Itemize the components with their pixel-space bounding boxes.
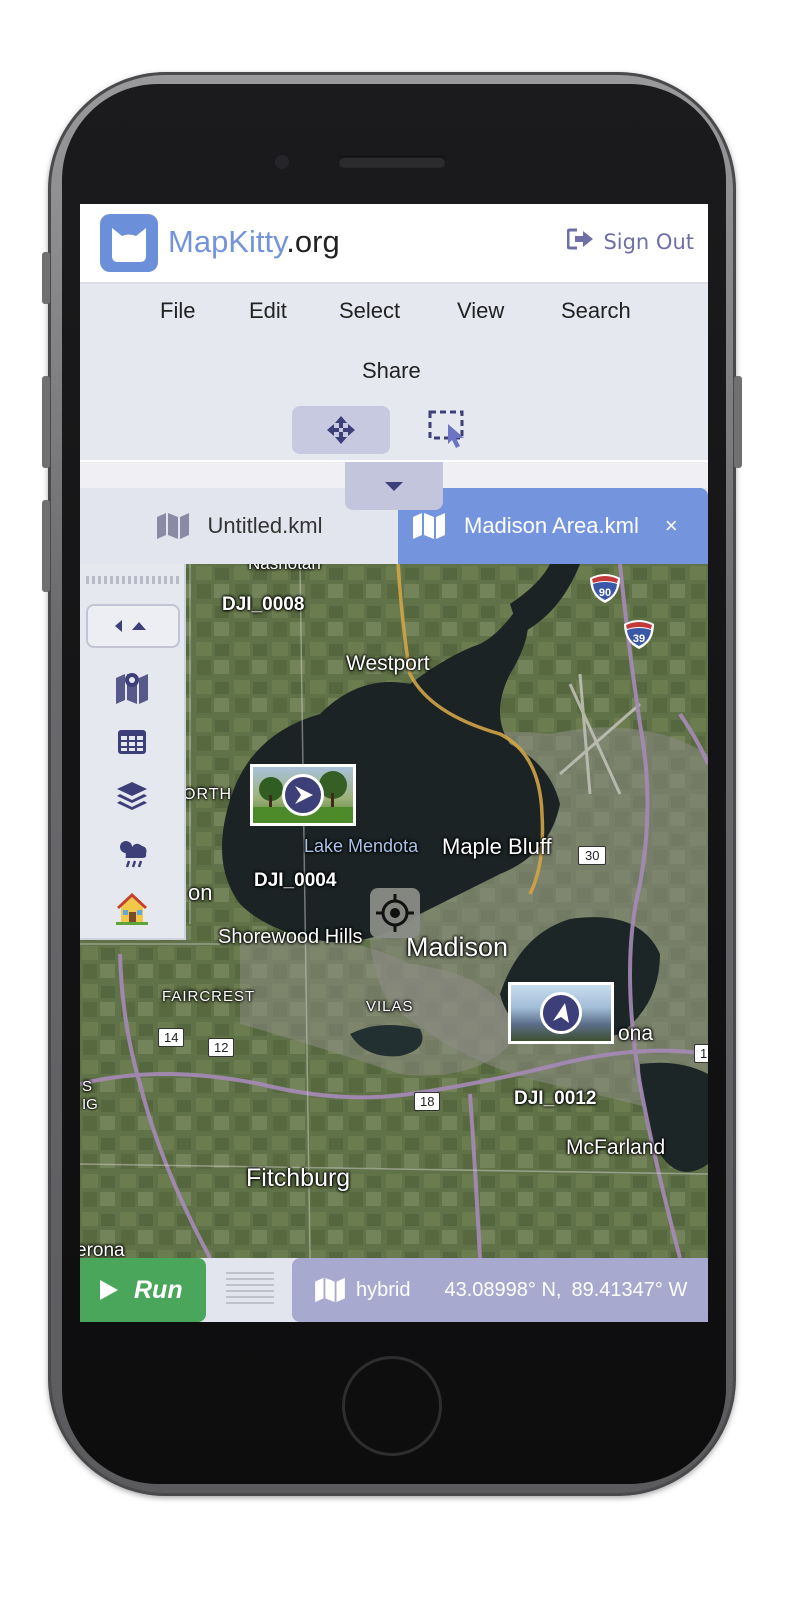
mapkitty-logo [100,214,158,272]
menu-select[interactable]: Select [339,298,400,324]
run-button[interactable]: Run [80,1258,206,1322]
caret-left-up-icon [115,620,146,632]
latitude-readout: 43.08998° N, [444,1278,562,1301]
selection-cursor-icon [428,410,464,448]
longitude-readout: 89.41347° W [571,1278,688,1301]
app-name-main: MapKitty [168,224,287,259]
center-location-button[interactable] [370,888,420,938]
crosshair-icon [376,894,414,932]
place-label-ona: ona [618,1022,654,1045]
sign-out-label: Sign Out [603,229,694,254]
tab-madison-area[interactable]: Madison Area.kml × [398,488,708,564]
place-label-top: Nashotah [248,564,321,574]
place-label-shorewood-hills: Shorewood Hills [218,926,363,948]
move-arrows-icon [327,416,355,444]
photo-marker-dji-0012[interactable] [508,982,614,1044]
volume-down-button [42,500,50,592]
mute-switch [42,252,50,304]
place-label-north: ORTH [183,786,233,803]
map-status-pill[interactable]: hybrid 43.08998° N, 89.41347° W [292,1258,708,1322]
app-header: MapKitty.org Sign Out [80,204,708,284]
tab-close-icon[interactable]: × [665,513,678,539]
place-label-erona: erona [80,1240,125,1258]
place-label-westport: Westport [346,652,430,675]
map-icon [156,513,189,539]
play-icon [100,1280,118,1300]
highway-14-shield: 14 [158,1028,185,1047]
place-label-faircrest: FAIRCREST [162,988,256,1005]
app-name: MapKitty.org [168,224,340,260]
earpiece-speaker [338,156,446,168]
place-label-madison: Madison [406,932,509,962]
highway-30-shield: 30 [578,846,607,865]
house-icon[interactable] [114,890,150,926]
basemap-map-icon [315,1277,345,1303]
direction-arrow-icon [540,992,582,1034]
tab-madison-area-label: Madison Area.kml [464,513,639,538]
place-label-fitchburg: Fitchburg [246,1164,351,1192]
panel-resize-grip[interactable] [226,1272,274,1308]
photo-marker-dji-0004[interactable] [250,764,356,826]
place-label-mcfarland: McFarland [566,1136,666,1159]
place-label-maple-bluff: Maple Bluff [442,834,552,859]
bottom-status-bar: Run hybrid 43.08998° N, 89.41347° W [80,1258,708,1322]
menu-file[interactable]: File [160,298,195,324]
place-label-s: S [82,1078,93,1095]
app-screen: MapKitty.org Sign Out File Edit Select V… [80,204,708,1322]
menu-search[interactable]: Search [561,298,631,324]
place-label-ig: IG [82,1096,98,1113]
pan-tool-button[interactable] [292,406,390,454]
table-grid-icon[interactable] [114,724,150,760]
caret-down-icon [385,482,403,491]
weather-icon[interactable] [114,834,150,870]
sign-out-button[interactable]: Sign Out [566,228,694,255]
home-button[interactable] [342,1356,442,1456]
place-label-lake-mendota: Lake Mendota [304,836,419,856]
highway-12-shield: 12 [208,1038,235,1057]
menu-view[interactable]: View [457,298,504,324]
menu-edit[interactable]: Edit [249,298,287,324]
shield-label: 90 [599,587,611,599]
app-name-tld: .org [286,224,340,259]
photo-label-dji-0012[interactable]: DJI_0012 [514,1088,596,1110]
select-area-tool-button[interactable] [398,406,496,454]
tab-untitled-label: Untitled.kml [207,513,323,538]
highway-12-shield-east: 12 [694,1044,708,1063]
place-label-vilas: VILAS [366,998,414,1015]
photo-label-dji-0004[interactable]: DJI_0004 [254,870,336,892]
interstate-90-shield: 90 [590,574,620,603]
power-button [734,376,742,468]
menu-bar: File Edit Select View Search Share [80,284,708,460]
menu-share[interactable]: Share [362,358,421,384]
run-label: Run [134,1275,183,1304]
map-marker-icon[interactable] [114,668,150,704]
toolbar-collapse-button[interactable] [345,462,443,510]
map-tool-panel [80,564,186,940]
front-camera [272,152,292,172]
volume-up-button [42,376,50,468]
place-label-on: on [188,880,213,905]
highway-18-shield: 18 [414,1092,441,1111]
panel-drag-handle[interactable] [86,576,180,584]
map-icon [413,513,445,539]
basemap-type: hybrid [356,1278,411,1301]
photo-label-dji-0008[interactable]: DJI_0008 [222,594,304,616]
layers-icon[interactable] [114,778,150,814]
sign-out-icon [566,228,595,255]
direction-arrow-icon [282,774,324,816]
panel-collapse-button[interactable] [86,604,180,648]
interstate-39-shield: 39 [624,620,654,649]
shield-label: 39 [633,633,645,645]
